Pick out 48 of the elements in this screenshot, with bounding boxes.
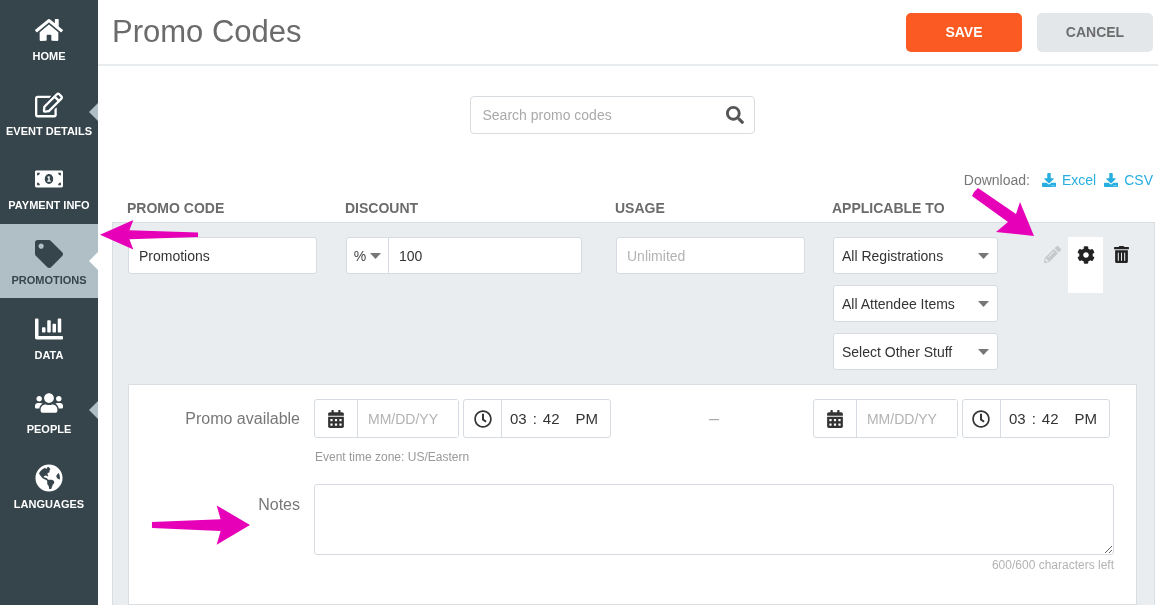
character-counter: 600/600 characters left [990,557,1114,572]
discount-input[interactable]: 100 [389,238,581,273]
notes-label: Notes [257,495,301,514]
globe-icon [35,463,63,492]
download-label: Download: [963,172,1030,188]
caret-icon [370,252,382,259]
time-field[interactable]: 03 : 42 PM [961,399,1110,438]
column-header: USAGE [615,200,666,218]
time-field[interactable]: 03 : 42 PM [463,399,612,438]
sidebar-item[interactable]: PROMOTIONS [0,223,98,299]
range-separator: – [708,408,720,429]
applicable-dropdown[interactable]: All Registrations [833,237,998,274]
annotation-arrow [972,188,1034,236]
usage-input[interactable]: Unlimited [617,238,804,273]
tag-icon [35,240,63,269]
discount-field[interactable]: % 100 [346,237,582,274]
page-title: Promo Codes [112,14,303,50]
sidebar-item[interactable]: HOME [0,0,98,75]
download-icon [1104,173,1119,187]
sidebar-item[interactable]: LANGUAGES [0,447,98,523]
date-field[interactable]: MM/DD/YY [314,399,459,438]
sidebar-item[interactable]: PEOPLE [0,372,98,448]
column-header: PROMO CODE [127,200,226,218]
discount-type-dropdown[interactable]: % [347,238,389,273]
cancel-button[interactable]: CANCEL [1037,12,1153,52]
column-header: DISCOUNT [345,200,420,218]
settings-button[interactable] [1068,237,1103,293]
date-field[interactable]: MM/DD/YY [812,399,958,438]
search-field[interactable]: Search promo codes [469,96,755,134]
sidebar-item[interactable]: PAYMENT INFO [0,149,98,224]
notes-field[interactable] [314,484,1114,555]
caret-icon [978,348,989,355]
search-icon [725,106,744,124]
edit-icon [35,90,63,119]
pencil-icon [1044,246,1061,263]
column-header: APPLICABLE TO [832,200,946,218]
caret-icon [978,252,989,259]
sidebar-item[interactable]: EVENT DETAILS [0,74,98,150]
promo-code-input[interactable]: Promotions [129,238,316,273]
trash-icon [1112,246,1130,263]
sidebar-item[interactable]: DATA [0,298,98,373]
timezone-note: Event time zone: US/Eastern [314,449,471,464]
download-icon [1041,173,1056,187]
caret-icon [978,300,989,307]
applicable-dropdown[interactable]: All Attendee Items [833,285,998,322]
gear-icon [1076,246,1095,264]
promo-available-label: Promo available [184,409,301,428]
applicable-dropdown[interactable]: Select Other Stuff [833,333,998,370]
